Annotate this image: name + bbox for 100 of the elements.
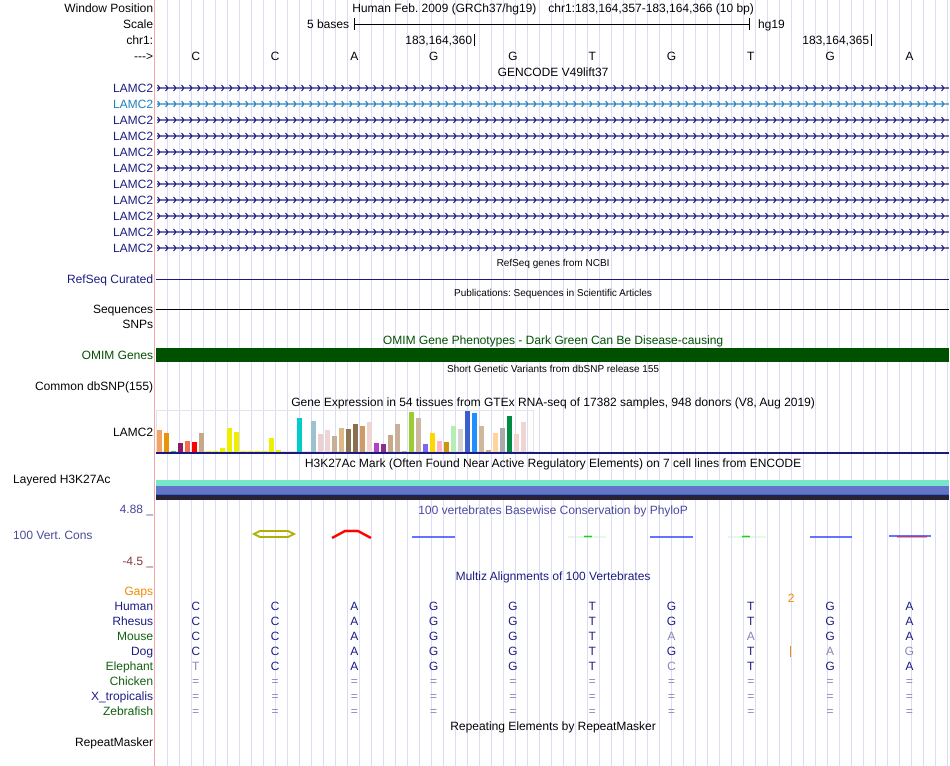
base-letter: C (270, 598, 280, 612)
species-label: Chicken (110, 674, 153, 688)
species-label: X_tropicalis (90, 688, 153, 702)
base-letter: G (666, 644, 676, 658)
assembly-title: Human Feb. 2009 (GRCh37/hg19) (352, 1, 536, 15)
track-label: Layered H3K27Ac (13, 472, 110, 486)
track-title: H3K27Ac Mark (Often Found Near Active Regulatory Elements) on 7 cell lines from ENCODE (304, 456, 802, 470)
base-letter: = (271, 674, 278, 688)
track-title: OMIM Gene Phenotypes - Dark Green Can Be Disease-causing (382, 333, 724, 347)
base-letter: = (350, 688, 358, 702)
base-letter: A (746, 628, 755, 642)
base-letter: C (270, 658, 280, 672)
position-label: 183,164,360 (156, 34, 475, 46)
gene-label: LAMC2 (112, 113, 153, 127)
base-letter: A (905, 628, 914, 642)
base-letter: = (588, 704, 596, 718)
base-letter: A (905, 614, 914, 628)
track-label: OMIM Genes (82, 348, 153, 362)
track-label: Common dbSNP(155) (34, 379, 153, 393)
base-letter: T (588, 644, 596, 658)
base-letter: T (588, 628, 596, 642)
base-letter: C (270, 628, 280, 642)
axis-min-label: -4.5 _ (122, 554, 153, 568)
base-letter: = (906, 704, 913, 718)
base-letter: = (906, 674, 913, 688)
gene-label: LAMC2 (112, 161, 153, 175)
track-title: RefSeq genes from NCBI (496, 257, 610, 271)
base-letter: = (430, 674, 438, 688)
track-title: 100 vertebrates Basewise Conservation by PhyloP (418, 503, 688, 517)
base-letter: C (191, 628, 200, 642)
gene-label: LAMC2 (112, 177, 153, 191)
base-letter: A (350, 598, 358, 612)
scale-length: 5 bases (306, 17, 349, 31)
gene-label: LAMC2 (112, 209, 153, 223)
gene-label: LAMC2 (112, 225, 153, 239)
base-letter: = (826, 704, 834, 718)
species-label: Zebrafish (102, 704, 153, 718)
row-label: Window Position (64, 1, 153, 15)
species-label: Elephant (106, 658, 153, 672)
base-letter: G (428, 644, 438, 658)
position-label: 183,164,365 (475, 34, 872, 46)
base-letter: T (588, 49, 596, 63)
base-letter: = (826, 674, 834, 688)
base-letter: = (668, 674, 675, 688)
track-title: Short Genetic Variants from dbSNP release 155 (447, 363, 659, 377)
track-title: Publications: Sequences in Scientific Articles (454, 287, 652, 301)
gene-label: LAMC2 (112, 97, 153, 111)
track-title: Gene Expression in 54 tissues from GTEx RNA-seq of 17382 samples, 948 donors (V8, Aug 2019) (291, 395, 815, 409)
track-label: Sequences (92, 302, 153, 316)
track-label: RepeatMasker (74, 735, 153, 749)
base-letter: A (667, 628, 676, 642)
base-letter: G (508, 49, 518, 63)
base-letter: T (192, 658, 200, 672)
base-letter: A (905, 658, 914, 672)
base-letter: = (747, 704, 754, 718)
base-letter: = (430, 688, 438, 702)
base-letter: G (508, 644, 518, 658)
base-letter: C (667, 658, 676, 672)
base-letter: G (825, 49, 835, 63)
base-letter: A (350, 49, 358, 63)
track-label: RefSeq Curated (66, 272, 153, 286)
base-letter: = (747, 674, 754, 688)
base-letter: G (904, 644, 914, 658)
gene-label: LAMC2 (112, 81, 153, 95)
base-letter: G (666, 598, 676, 612)
base-letter: G (508, 598, 518, 612)
base-letter: = (509, 688, 516, 702)
species-label: Dog (130, 644, 153, 658)
row-label: ---> (134, 49, 153, 63)
base-letter: = (588, 674, 596, 688)
base-letter: A (350, 614, 358, 628)
base-letter: A (905, 49, 914, 63)
track-label: Gaps (124, 584, 153, 598)
base-letter: G (666, 49, 676, 63)
base-letter: = (271, 688, 278, 702)
base-letter: = (906, 688, 913, 702)
base-letter: A (905, 598, 914, 612)
base-letter: C (270, 614, 280, 628)
base-letter: A (350, 658, 358, 672)
base-letter: G (428, 598, 438, 612)
base-letter: G (508, 628, 518, 642)
base-letter: = (668, 704, 675, 718)
base-letter: G (825, 628, 835, 642)
track-label: SNPs (122, 317, 153, 331)
base-letter: = (668, 688, 675, 702)
axis-max-label: 4.88 _ (120, 502, 153, 516)
track-label: LAMC2 (112, 425, 153, 439)
base-letter: T (588, 658, 596, 672)
base-letter: A (350, 628, 358, 642)
base-letter: = (192, 688, 200, 702)
base-letter: C (191, 614, 200, 628)
base-letter: T (747, 644, 754, 658)
base-letter: A (826, 644, 834, 658)
species-label: Rhesus (112, 614, 153, 628)
base-letter: T (588, 614, 596, 628)
base-letter: = (747, 688, 754, 702)
base-letter: G (428, 658, 438, 672)
base-letter: G (428, 614, 438, 628)
base-letter: = (430, 704, 438, 718)
gene-label: LAMC2 (112, 193, 153, 207)
